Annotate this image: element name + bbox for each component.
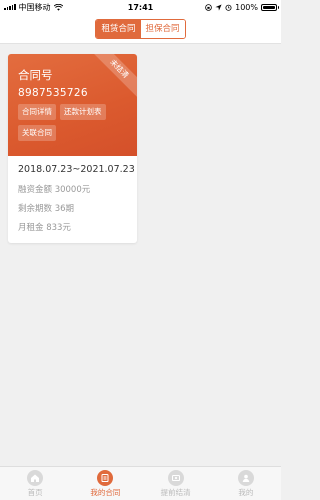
- tab-early-settlement[interactable]: 提前结清: [141, 467, 211, 500]
- tab-guarantee-contract[interactable]: 担保合同: [140, 19, 185, 38]
- tab-early-settlement-label: 提前结清: [160, 487, 191, 497]
- contract-actions-row-2: 关联合同: [18, 125, 127, 141]
- tab-profile-label: 我的: [238, 487, 254, 497]
- contract-actions-row-1: 合同详情 还款计划表: [18, 104, 127, 120]
- tab-my-contracts[interactable]: 我的合同: [70, 467, 140, 500]
- bottom-tab-bar: 首页 我的合同 提前结清 我的: [0, 466, 281, 500]
- home-icon: [27, 469, 44, 486]
- alarm-icon: [225, 4, 232, 11]
- contract-icon: [97, 469, 114, 486]
- status-left: 中国移动: [4, 2, 63, 13]
- monthly-rent: 月租金 833元: [18, 223, 71, 233]
- carrier-label: 中国移动: [18, 2, 51, 12]
- location-icon: [215, 3, 222, 11]
- battery-percent: 100%: [235, 2, 258, 12]
- status-right: 100%: [205, 2, 279, 12]
- profile-icon: [237, 469, 254, 486]
- page-header: 租赁合同 担保合同: [0, 14, 281, 44]
- status-bar: 中国移动 17:41 100%: [0, 0, 281, 14]
- battery-icon: [261, 3, 279, 11]
- contract-period: 2018.07.23~2021.07.23: [18, 164, 135, 175]
- tab-lease-contract[interactable]: 租赁合同: [96, 19, 141, 38]
- tab-home[interactable]: 首页: [0, 467, 70, 500]
- repayment-plan-button[interactable]: 还款计划表: [60, 104, 106, 120]
- contract-number: 8987535726: [18, 87, 88, 99]
- contract-card-body: 2018.07.23~2021.07.23 融资金额 30000元 剩余期数 3…: [8, 156, 137, 233]
- contract-card-header: 未结清 合同号 8987535726 合同详情 还款计划表 关联合同: [8, 54, 137, 156]
- settle-icon: [167, 469, 184, 486]
- tab-home-label: 首页: [27, 487, 43, 497]
- tab-my-contracts-label: 我的合同: [90, 487, 121, 497]
- wifi-icon: [53, 3, 63, 11]
- financing-amount: 融资金额 30000元: [18, 185, 91, 195]
- signal-icon: [4, 4, 16, 10]
- tab-profile[interactable]: 我的: [211, 467, 281, 500]
- lock-rotation-icon: [205, 3, 212, 11]
- contract-card[interactable]: 未结清 合同号 8987535726 合同详情 还款计划表 关联合同 2018.…: [8, 54, 137, 243]
- contract-details-button[interactable]: 合同详情: [18, 104, 56, 120]
- remaining-periods: 剩余期数 36期: [18, 204, 75, 214]
- contract-type-switch: 租赁合同 担保合同: [95, 18, 186, 39]
- related-contract-button[interactable]: 关联合同: [18, 125, 56, 141]
